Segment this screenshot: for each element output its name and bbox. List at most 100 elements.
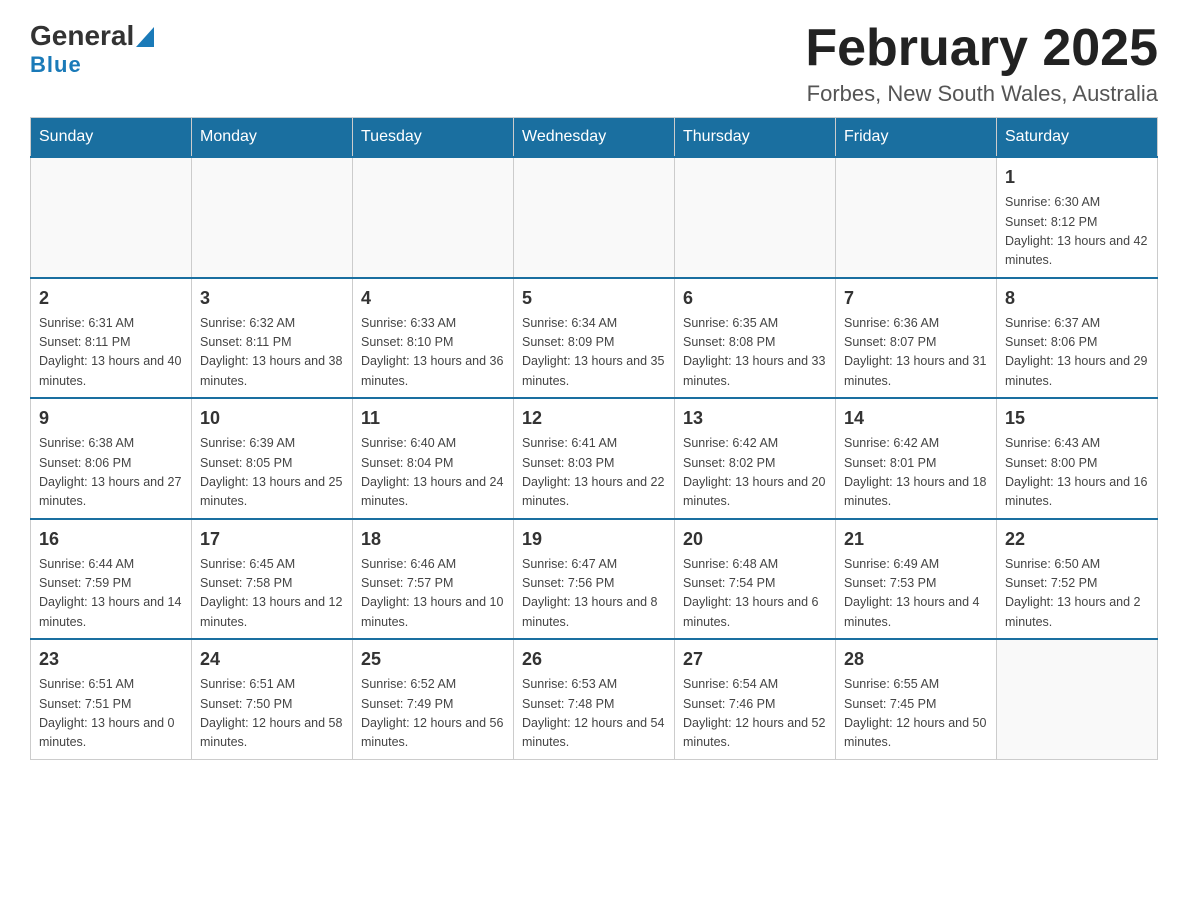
calendar-cell	[514, 157, 675, 278]
calendar-cell: 7Sunrise: 6:36 AMSunset: 8:07 PMDaylight…	[836, 278, 997, 399]
weekday-header-sunday: Sunday	[31, 118, 192, 158]
day-info: Sunrise: 6:54 AMSunset: 7:46 PMDaylight:…	[683, 675, 827, 753]
calendar-cell: 21Sunrise: 6:49 AMSunset: 7:53 PMDayligh…	[836, 519, 997, 640]
day-info: Sunrise: 6:50 AMSunset: 7:52 PMDaylight:…	[1005, 555, 1149, 633]
weekday-header-row: SundayMondayTuesdayWednesdayThursdayFrid…	[31, 118, 1158, 158]
day-number: 20	[683, 526, 827, 553]
day-info: Sunrise: 6:48 AMSunset: 7:54 PMDaylight:…	[683, 555, 827, 633]
calendar-cell: 14Sunrise: 6:42 AMSunset: 8:01 PMDayligh…	[836, 398, 997, 519]
logo-blue-text: Blue	[30, 52, 82, 78]
calendar-cell	[192, 157, 353, 278]
day-number: 27	[683, 646, 827, 673]
weekday-header-saturday: Saturday	[997, 118, 1158, 158]
day-number: 25	[361, 646, 505, 673]
day-number: 6	[683, 285, 827, 312]
calendar-cell: 28Sunrise: 6:55 AMSunset: 7:45 PMDayligh…	[836, 639, 997, 759]
logo: General Blue	[30, 20, 154, 78]
calendar-cell: 12Sunrise: 6:41 AMSunset: 8:03 PMDayligh…	[514, 398, 675, 519]
day-number: 3	[200, 285, 344, 312]
day-number: 2	[39, 285, 183, 312]
day-info: Sunrise: 6:36 AMSunset: 8:07 PMDaylight:…	[844, 314, 988, 392]
day-info: Sunrise: 6:41 AMSunset: 8:03 PMDaylight:…	[522, 434, 666, 512]
day-number: 22	[1005, 526, 1149, 553]
calendar-cell: 2Sunrise: 6:31 AMSunset: 8:11 PMDaylight…	[31, 278, 192, 399]
calendar-cell: 26Sunrise: 6:53 AMSunset: 7:48 PMDayligh…	[514, 639, 675, 759]
calendar-cell: 24Sunrise: 6:51 AMSunset: 7:50 PMDayligh…	[192, 639, 353, 759]
day-number: 12	[522, 405, 666, 432]
weekday-header-thursday: Thursday	[675, 118, 836, 158]
day-info: Sunrise: 6:49 AMSunset: 7:53 PMDaylight:…	[844, 555, 988, 633]
day-number: 24	[200, 646, 344, 673]
day-number: 8	[1005, 285, 1149, 312]
day-number: 23	[39, 646, 183, 673]
day-info: Sunrise: 6:42 AMSunset: 8:02 PMDaylight:…	[683, 434, 827, 512]
day-info: Sunrise: 6:45 AMSunset: 7:58 PMDaylight:…	[200, 555, 344, 633]
day-info: Sunrise: 6:30 AMSunset: 8:12 PMDaylight:…	[1005, 193, 1149, 271]
weekday-header-wednesday: Wednesday	[514, 118, 675, 158]
calendar-table: SundayMondayTuesdayWednesdayThursdayFrid…	[30, 117, 1158, 760]
calendar-cell	[997, 639, 1158, 759]
weekday-header-friday: Friday	[836, 118, 997, 158]
day-number: 17	[200, 526, 344, 553]
day-number: 10	[200, 405, 344, 432]
day-info: Sunrise: 6:46 AMSunset: 7:57 PMDaylight:…	[361, 555, 505, 633]
title-area: February 2025 Forbes, New South Wales, A…	[805, 20, 1158, 107]
month-title: February 2025	[805, 20, 1158, 77]
calendar-cell: 17Sunrise: 6:45 AMSunset: 7:58 PMDayligh…	[192, 519, 353, 640]
logo-general-text: General	[30, 20, 134, 52]
day-number: 26	[522, 646, 666, 673]
weekday-header-monday: Monday	[192, 118, 353, 158]
day-info: Sunrise: 6:51 AMSunset: 7:51 PMDaylight:…	[39, 675, 183, 753]
day-number: 5	[522, 285, 666, 312]
day-number: 15	[1005, 405, 1149, 432]
calendar-cell: 11Sunrise: 6:40 AMSunset: 8:04 PMDayligh…	[353, 398, 514, 519]
day-number: 14	[844, 405, 988, 432]
day-info: Sunrise: 6:44 AMSunset: 7:59 PMDaylight:…	[39, 555, 183, 633]
day-info: Sunrise: 6:31 AMSunset: 8:11 PMDaylight:…	[39, 314, 183, 392]
calendar-week-row: 2Sunrise: 6:31 AMSunset: 8:11 PMDaylight…	[31, 278, 1158, 399]
day-info: Sunrise: 6:40 AMSunset: 8:04 PMDaylight:…	[361, 434, 505, 512]
calendar-week-row: 1Sunrise: 6:30 AMSunset: 8:12 PMDaylight…	[31, 157, 1158, 278]
day-info: Sunrise: 6:32 AMSunset: 8:11 PMDaylight:…	[200, 314, 344, 392]
calendar-cell: 20Sunrise: 6:48 AMSunset: 7:54 PMDayligh…	[675, 519, 836, 640]
day-info: Sunrise: 6:38 AMSunset: 8:06 PMDaylight:…	[39, 434, 183, 512]
day-number: 19	[522, 526, 666, 553]
day-number: 11	[361, 405, 505, 432]
calendar-cell: 8Sunrise: 6:37 AMSunset: 8:06 PMDaylight…	[997, 278, 1158, 399]
calendar-cell: 27Sunrise: 6:54 AMSunset: 7:46 PMDayligh…	[675, 639, 836, 759]
day-number: 16	[39, 526, 183, 553]
day-number: 9	[39, 405, 183, 432]
calendar-cell: 15Sunrise: 6:43 AMSunset: 8:00 PMDayligh…	[997, 398, 1158, 519]
day-info: Sunrise: 6:55 AMSunset: 7:45 PMDaylight:…	[844, 675, 988, 753]
day-info: Sunrise: 6:42 AMSunset: 8:01 PMDaylight:…	[844, 434, 988, 512]
day-info: Sunrise: 6:34 AMSunset: 8:09 PMDaylight:…	[522, 314, 666, 392]
day-info: Sunrise: 6:51 AMSunset: 7:50 PMDaylight:…	[200, 675, 344, 753]
day-number: 13	[683, 405, 827, 432]
calendar-cell	[31, 157, 192, 278]
day-info: Sunrise: 6:53 AMSunset: 7:48 PMDaylight:…	[522, 675, 666, 753]
calendar-cell: 18Sunrise: 6:46 AMSunset: 7:57 PMDayligh…	[353, 519, 514, 640]
calendar-cell: 6Sunrise: 6:35 AMSunset: 8:08 PMDaylight…	[675, 278, 836, 399]
day-number: 4	[361, 285, 505, 312]
day-info: Sunrise: 6:39 AMSunset: 8:05 PMDaylight:…	[200, 434, 344, 512]
day-info: Sunrise: 6:47 AMSunset: 7:56 PMDaylight:…	[522, 555, 666, 633]
day-info: Sunrise: 6:37 AMSunset: 8:06 PMDaylight:…	[1005, 314, 1149, 392]
calendar-cell: 5Sunrise: 6:34 AMSunset: 8:09 PMDaylight…	[514, 278, 675, 399]
weekday-header-tuesday: Tuesday	[353, 118, 514, 158]
calendar-week-row: 16Sunrise: 6:44 AMSunset: 7:59 PMDayligh…	[31, 519, 1158, 640]
calendar-cell: 9Sunrise: 6:38 AMSunset: 8:06 PMDaylight…	[31, 398, 192, 519]
calendar-cell: 19Sunrise: 6:47 AMSunset: 7:56 PMDayligh…	[514, 519, 675, 640]
calendar-cell: 4Sunrise: 6:33 AMSunset: 8:10 PMDaylight…	[353, 278, 514, 399]
day-number: 7	[844, 285, 988, 312]
calendar-cell	[675, 157, 836, 278]
day-info: Sunrise: 6:52 AMSunset: 7:49 PMDaylight:…	[361, 675, 505, 753]
calendar-week-row: 9Sunrise: 6:38 AMSunset: 8:06 PMDaylight…	[31, 398, 1158, 519]
calendar-cell: 16Sunrise: 6:44 AMSunset: 7:59 PMDayligh…	[31, 519, 192, 640]
location: Forbes, New South Wales, Australia	[805, 81, 1158, 107]
calendar-cell: 1Sunrise: 6:30 AMSunset: 8:12 PMDaylight…	[997, 157, 1158, 278]
calendar-week-row: 23Sunrise: 6:51 AMSunset: 7:51 PMDayligh…	[31, 639, 1158, 759]
day-info: Sunrise: 6:35 AMSunset: 8:08 PMDaylight:…	[683, 314, 827, 392]
day-number: 18	[361, 526, 505, 553]
day-number: 1	[1005, 164, 1149, 191]
calendar-cell: 3Sunrise: 6:32 AMSunset: 8:11 PMDaylight…	[192, 278, 353, 399]
